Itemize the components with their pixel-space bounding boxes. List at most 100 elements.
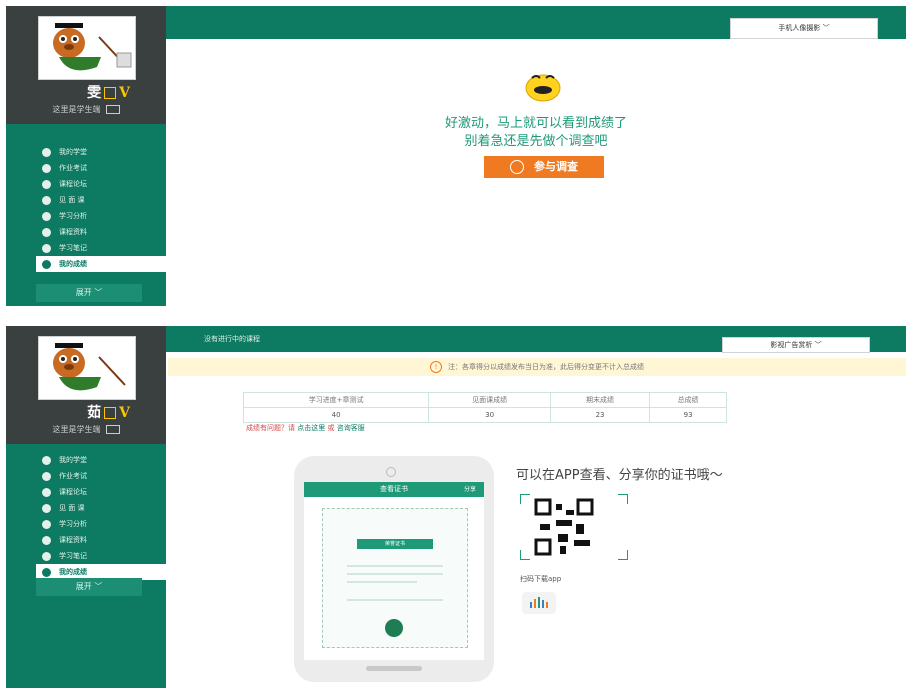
vip-badge: V <box>119 405 130 421</box>
pencil-icon <box>42 163 51 173</box>
no-active-course-text: 没有进行中的课程 <box>204 335 260 343</box>
vip-badge: V <box>119 85 130 101</box>
analysis-icon <box>42 211 51 221</box>
grade-notice-text: 注：各章得分以成绩发布当日为准，此后得分变更不计入总成绩 <box>448 363 644 371</box>
sidebar-item-meeting-class[interactable]: 见 面 课 <box>36 500 166 516</box>
arrow-circle-icon <box>510 160 524 174</box>
sidebar-item-label: 我的学堂 <box>59 456 87 464</box>
phone-header: 查看证书 分享 <box>304 482 484 497</box>
course-select[interactable]: 手机人像摄影 ﹀ <box>730 18 878 39</box>
sidebar-item-my-grades[interactable]: 我的成绩 <box>36 256 166 272</box>
id-card-icon[interactable] <box>105 105 120 114</box>
home-icon <box>42 455 51 465</box>
sidebar-item-materials[interactable]: 课程资料 <box>36 532 166 548</box>
certificate-line <box>347 581 417 583</box>
table-row: 40 30 23 93 <box>242 407 727 423</box>
user-role-text: 这里是学生端 <box>52 425 101 434</box>
sidebar-item-homework-exam[interactable]: 作业考试 <box>36 468 166 484</box>
sidebar-item-label: 课程论坛 <box>59 180 87 188</box>
join-survey-label: 参与调查 <box>534 160 578 173</box>
survey-message-line1: 好激动，马上就可以看到成绩了 <box>444 116 627 131</box>
chat-icon <box>42 487 51 497</box>
score-total: 93 <box>649 407 727 423</box>
grade-notice: ! 注：各章得分以成绩发布当日为准，此后得分变更不计入总成绩 <box>168 358 906 376</box>
sidebar-item-homework-exam[interactable]: 作业考试 <box>36 160 166 176</box>
sidebar-item-label: 课程资料 <box>59 228 87 236</box>
sidebar-menu: 我的学堂 作业考试 课程论坛 见 面 课 学习分析 课程资料 学习笔记 我的成绩 <box>36 144 166 272</box>
user-profile: 雯V 这里是学生端 <box>6 6 166 124</box>
certificate-line <box>347 599 443 601</box>
certificate-seal-icon <box>385 619 403 637</box>
phone-camera <box>386 467 396 477</box>
sidebar-item-analysis[interactable]: 学习分析 <box>36 208 166 224</box>
sidebar-item-materials[interactable]: 课程资料 <box>36 224 166 240</box>
header-total: 总成绩 <box>649 392 727 408</box>
join-survey-button[interactable]: 参与调查 <box>484 156 604 178</box>
phone-header-title: 查看证书 <box>380 485 408 493</box>
sidebar-item-label: 学习笔记 <box>59 552 87 560</box>
score-progress: 40 <box>242 407 430 423</box>
or-text: 或 <box>327 424 335 432</box>
note-icon <box>42 551 51 561</box>
sidebar-item-my-school[interactable]: 我的学堂 <box>36 144 166 160</box>
score-final: 23 <box>549 407 651 423</box>
survey-message-line2: 别着急还是先做个调查吧 <box>464 134 608 149</box>
sidebar-item-label: 见 面 课 <box>59 504 85 512</box>
sidebar: 雯V 这里是学生端 我的学堂 作业考试 课程论坛 见 面 课 学习分析 课程资料… <box>6 6 166 306</box>
score-meeting: 30 <box>428 407 551 423</box>
certificate-line <box>347 573 443 575</box>
user-role: 这里是学生端 <box>6 424 166 435</box>
sidebar-item-meeting-class[interactable]: 见 面 课 <box>36 192 166 208</box>
app-promo-title: 可以在APP查看、分享你的证书哦～ <box>516 468 723 483</box>
phone-mockup: 查看证书 分享 荣誉证书 <box>294 456 494 682</box>
course-select[interactable]: 影视广告赏析 ﹀ <box>722 337 870 353</box>
table-header-row: 学习进度+章测试 见面课成绩 期末成绩 总成绩 <box>242 392 727 408</box>
expand-button[interactable]: 展开 ﹀ <box>36 578 142 596</box>
sidebar-item-analysis[interactable]: 学习分析 <box>36 516 166 532</box>
qr-code-icon[interactable] <box>520 494 628 560</box>
contact-support-link[interactable]: 咨询客服 <box>337 424 365 432</box>
qr-caption: 扫码下载app <box>520 575 562 583</box>
sidebar-item-notes[interactable]: 学习笔记 <box>36 240 166 256</box>
user-name-char: 雯 <box>87 85 102 101</box>
sidebar-item-forum[interactable]: 课程论坛 <box>36 484 166 500</box>
sidebar-item-label: 见 面 课 <box>59 196 85 204</box>
user-name-char: 茹 <box>87 405 102 421</box>
click-here-link[interactable]: 点击这里 <box>297 424 325 432</box>
app-logo-icon[interactable] <box>522 592 556 614</box>
sidebar-item-label: 我的学堂 <box>59 148 87 156</box>
folder-icon <box>42 227 51 237</box>
header-final: 期末成绩 <box>549 392 651 408</box>
sidebar-item-label: 课程论坛 <box>59 488 87 496</box>
expand-button[interactable]: 展开 ﹀ <box>36 284 142 302</box>
user-name: 雯V <box>6 82 166 102</box>
certificate-ribbon: 荣誉证书 <box>357 539 433 549</box>
id-card-icon[interactable] <box>105 425 120 434</box>
sidebar-item-label: 我的成绩 <box>59 260 87 268</box>
excited-emoji-icon <box>525 74 561 102</box>
sidebar-item-notes[interactable]: 学习笔记 <box>36 548 166 564</box>
phone-home-button <box>366 666 422 671</box>
note-icon <box>42 243 51 253</box>
meeting-icon <box>42 503 51 513</box>
phone-screen: 查看证书 分享 荣誉证书 <box>304 482 484 660</box>
phone-share-button[interactable]: 分享 <box>464 482 476 497</box>
pencil-icon <box>42 471 51 481</box>
header-progress: 学习进度+章测试 <box>242 392 430 408</box>
check-icon <box>42 259 51 269</box>
grade-issue-line: 成绩有问题？请 点击这里 或 咨询客服 <box>246 423 365 433</box>
meeting-icon <box>42 195 51 205</box>
sidebar-item-forum[interactable]: 课程论坛 <box>36 176 166 192</box>
sidebar-item-my-school[interactable]: 我的学堂 <box>36 452 166 468</box>
sidebar-item-label: 作业考试 <box>59 164 87 172</box>
header-meeting: 见面课成绩 <box>428 392 551 408</box>
sidebar-item-label: 作业考试 <box>59 472 87 480</box>
sidebar-item-label: 课程资料 <box>59 536 87 544</box>
name-mask-box <box>104 407 117 419</box>
grades-result-screen: 茹V 这里是学生端 我的学堂 作业考试 课程论坛 见 面 课 学习分析 课程资料… <box>6 326 906 688</box>
folder-icon <box>42 535 51 545</box>
user-profile: 茹V 这里是学生端 <box>6 326 166 444</box>
user-name: 茹V <box>6 402 166 422</box>
avatar[interactable] <box>38 336 136 400</box>
avatar[interactable] <box>38 16 136 80</box>
